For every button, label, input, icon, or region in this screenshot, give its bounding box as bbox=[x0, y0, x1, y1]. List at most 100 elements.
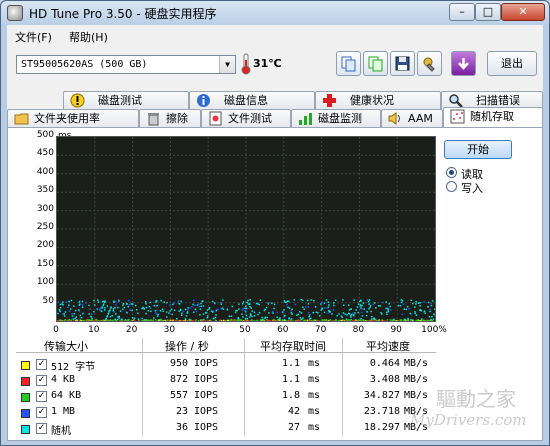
data-point bbox=[279, 319, 282, 321]
data-point bbox=[73, 305, 75, 307]
menu-bar: 文件(F) 帮助(H) bbox=[7, 25, 543, 45]
drive-select[interactable]: ST95005620AS (500 GB) ▼ bbox=[16, 55, 236, 74]
data-point bbox=[100, 320, 102, 322]
data-point bbox=[236, 319, 238, 322]
data-point bbox=[386, 313, 388, 316]
data-point bbox=[267, 301, 269, 304]
data-point bbox=[131, 309, 133, 312]
exit-button[interactable]: 退出 bbox=[487, 51, 537, 76]
data-point bbox=[173, 302, 176, 304]
data-point bbox=[415, 301, 417, 303]
data-point bbox=[198, 303, 200, 305]
data-point bbox=[249, 306, 251, 308]
speed-value: 18.297 bbox=[363, 422, 400, 433]
series-checkbox[interactable]: ✓ bbox=[36, 423, 47, 434]
data-point bbox=[290, 312, 293, 314]
data-point bbox=[432, 318, 435, 320]
data-point bbox=[300, 298, 302, 301]
read-radio-dot[interactable] bbox=[446, 167, 457, 178]
data-point bbox=[195, 319, 197, 321]
thermometer-icon bbox=[241, 53, 251, 75]
data-point bbox=[153, 304, 155, 307]
data-point bbox=[81, 303, 83, 306]
access-value: 27 bbox=[287, 422, 300, 433]
data-point bbox=[176, 318, 178, 320]
x-tick-label: 0 bbox=[53, 325, 59, 335]
series-checkbox[interactable]: ✓ bbox=[36, 359, 47, 370]
data-point bbox=[430, 304, 433, 307]
tab-top-1[interactable]: 磁盘信息 bbox=[189, 91, 315, 109]
tab-bottom-0[interactable]: 文件夹使用率 bbox=[7, 109, 139, 127]
read-radio[interactable]: 读取 bbox=[446, 166, 516, 181]
chevron-down-icon[interactable]: ▼ bbox=[219, 56, 235, 73]
tab-bottom-4[interactable]: AAM bbox=[381, 109, 443, 127]
data-point bbox=[187, 307, 189, 309]
client-area: 文件(F) 帮助(H) ST95005620AS (500 GB) ▼ 31℃ bbox=[7, 25, 543, 441]
data-point bbox=[57, 312, 59, 315]
data-point bbox=[128, 299, 130, 302]
close-button[interactable]: ✕ bbox=[501, 3, 545, 21]
data-point bbox=[212, 311, 214, 313]
data-point bbox=[406, 305, 409, 308]
copy-green-icon bbox=[368, 56, 383, 72]
access-value: 1.1 bbox=[281, 358, 300, 369]
data-point bbox=[272, 312, 274, 314]
write-radio[interactable]: 写入 bbox=[446, 180, 516, 195]
data-point bbox=[240, 319, 242, 321]
data-point bbox=[368, 320, 370, 322]
copy-screenshot-button[interactable] bbox=[363, 51, 388, 76]
options-button[interactable] bbox=[417, 51, 442, 76]
data-point bbox=[362, 302, 365, 304]
data-point bbox=[123, 306, 126, 309]
data-point bbox=[108, 319, 110, 322]
maximize-button[interactable]: □ bbox=[475, 3, 501, 21]
data-point bbox=[189, 318, 191, 321]
data-point bbox=[323, 307, 326, 309]
tab-bottom-5[interactable]: 随机存取 bbox=[443, 107, 543, 127]
series-checkbox[interactable]: ✓ bbox=[36, 375, 47, 386]
data-point bbox=[279, 317, 281, 319]
data-point bbox=[387, 310, 389, 313]
write-radio-dot[interactable] bbox=[446, 181, 457, 192]
menu-help[interactable]: 帮助(H) bbox=[69, 29, 108, 45]
ops-unit: IOPS bbox=[194, 422, 219, 433]
data-point bbox=[62, 301, 64, 303]
data-point bbox=[180, 300, 182, 303]
data-point bbox=[342, 312, 345, 314]
download-button[interactable] bbox=[451, 51, 476, 76]
start-button[interactable]: 开始 bbox=[444, 140, 512, 159]
save-button[interactable] bbox=[390, 51, 415, 76]
series-checkbox[interactable]: ✓ bbox=[36, 407, 47, 418]
menu-file[interactable]: 文件(F) bbox=[15, 29, 52, 45]
tab-bottom-3[interactable]: 磁盘监测 bbox=[291, 109, 381, 127]
tab-top-2[interactable]: 健康状况 bbox=[315, 91, 441, 109]
data-point bbox=[190, 319, 192, 321]
data-point bbox=[241, 303, 244, 305]
data-point bbox=[162, 310, 164, 312]
data-point bbox=[304, 319, 306, 322]
data-point bbox=[372, 303, 374, 305]
y-tick-label: 350 bbox=[36, 185, 54, 196]
data-point bbox=[422, 319, 425, 321]
x-tick-label: 10 bbox=[88, 325, 100, 335]
copy-info-button[interactable] bbox=[336, 51, 361, 76]
data-point bbox=[100, 310, 103, 312]
data-point bbox=[81, 306, 84, 309]
series-checkbox[interactable]: ✓ bbox=[36, 391, 47, 402]
data-point bbox=[263, 309, 266, 312]
data-point bbox=[329, 319, 332, 321]
data-point bbox=[297, 313, 299, 316]
data-point bbox=[359, 319, 361, 322]
minimize-button[interactable]: – bbox=[449, 3, 475, 21]
tab-top-0[interactable]: 磁盘测试 bbox=[63, 91, 189, 109]
data-point bbox=[72, 318, 75, 320]
info-icon bbox=[196, 93, 211, 108]
title-bar[interactable]: HD Tune Pro 3.50 - 硬盘实用程序 – □ ✕ bbox=[1, 1, 549, 25]
data-point bbox=[199, 308, 202, 310]
data-point bbox=[242, 301, 245, 303]
tab-bottom-1[interactable]: 擦除 bbox=[139, 109, 201, 127]
x-tick-label: 100% bbox=[421, 325, 447, 335]
data-point bbox=[253, 315, 256, 317]
data-point bbox=[249, 313, 252, 315]
tab-bottom-2[interactable]: 文件测试 bbox=[201, 109, 291, 127]
